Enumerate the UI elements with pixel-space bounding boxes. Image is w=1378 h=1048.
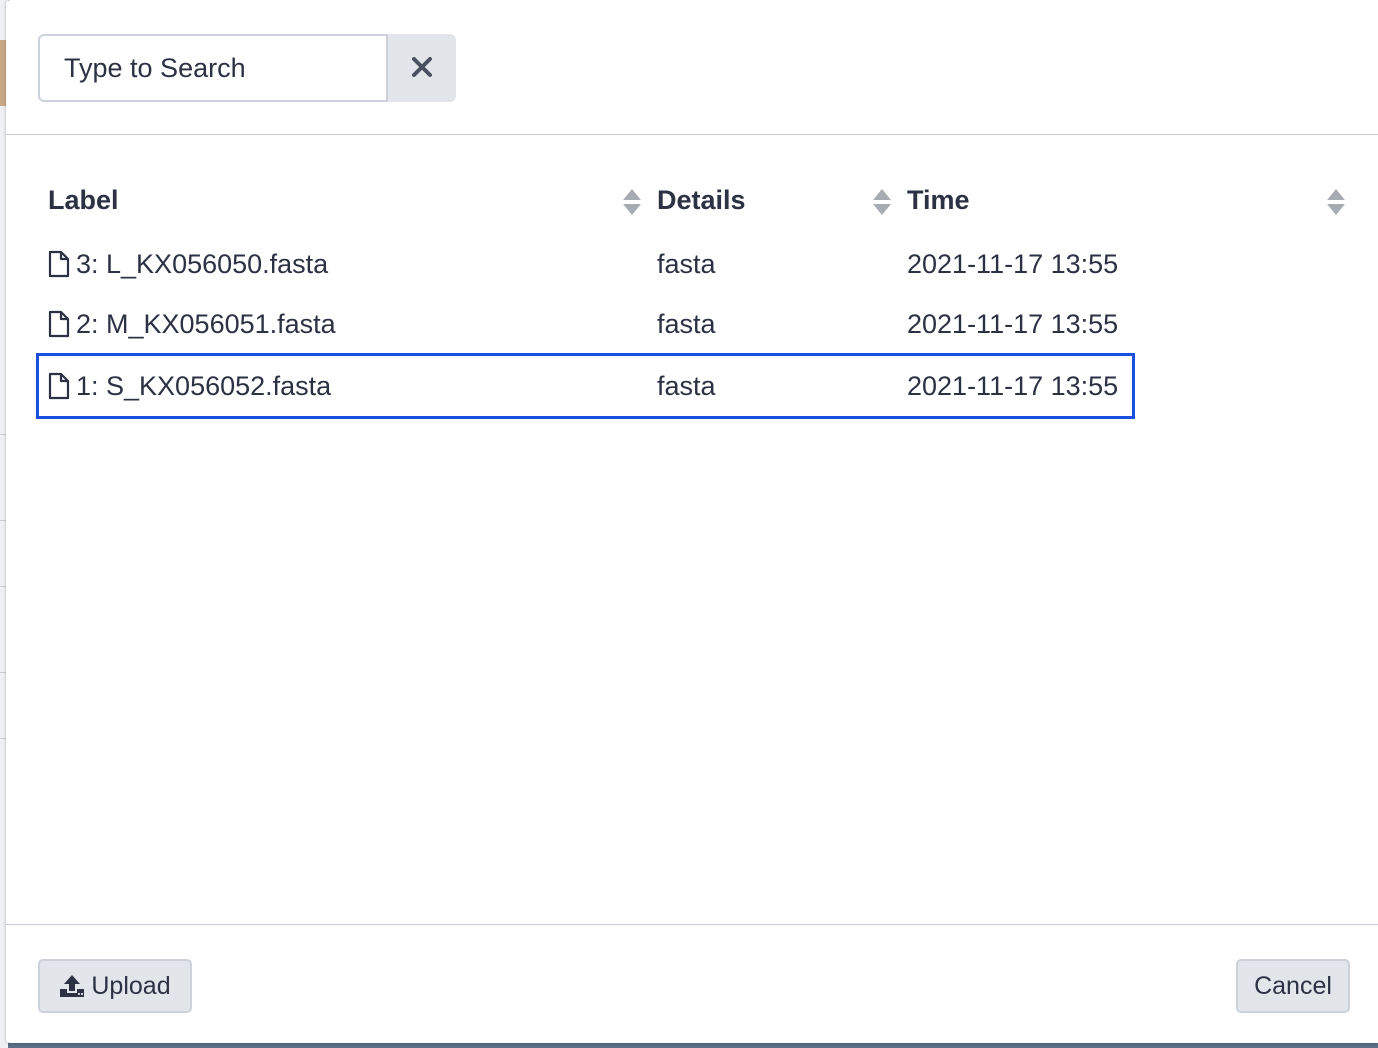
sort-icon[interactable] [622, 188, 642, 223]
table-row-selected[interactable]: 1: S_KX056052.fasta fasta 2021-11-17 13:… [36, 353, 1135, 419]
row-details: fasta [657, 248, 716, 279]
dialog-header [6, 0, 1378, 135]
file-selection-dialog: Label Details Time [6, 0, 1378, 1043]
row-label-cell: 2: M_KX056051.fasta [48, 295, 336, 353]
sort-icon[interactable] [1326, 188, 1346, 223]
close-icon [411, 56, 433, 81]
column-header-details[interactable]: Details [657, 175, 897, 225]
dialog-footer: Upload Cancel [6, 924, 1378, 1043]
row-details: fasta [657, 308, 716, 339]
search-input[interactable] [38, 34, 388, 102]
row-time: 2021-11-17 13:55 [907, 308, 1119, 339]
row-time: 2021-11-17 13:55 [907, 248, 1119, 279]
table-header: Label Details Time [38, 175, 1352, 225]
column-header-text: Time [907, 184, 970, 215]
upload-button[interactable]: Upload [38, 959, 192, 1013]
row-label: 1: S_KX056052.fasta [76, 370, 332, 401]
file-icon [48, 250, 70, 278]
cancel-button[interactable]: Cancel [1236, 959, 1350, 1013]
column-header-label[interactable]: Label [48, 175, 641, 225]
sort-icon[interactable] [872, 188, 892, 223]
clear-search-button[interactable] [388, 34, 456, 102]
dialog-body: Label Details Time 3: L_KX056050.fasta f… [6, 135, 1378, 923]
row-label: 3: L_KX056050.fasta [76, 248, 329, 279]
column-header-text: Label [48, 184, 119, 215]
upload-icon [59, 974, 85, 998]
row-details: fasta [657, 370, 716, 401]
cancel-label: Cancel [1254, 971, 1332, 1000]
row-label-cell: 1: S_KX056052.fasta [48, 356, 331, 416]
column-header-text: Details [657, 184, 746, 215]
row-label: 2: M_KX056051.fasta [76, 308, 336, 339]
file-icon [48, 372, 70, 400]
search-group [38, 34, 456, 102]
table-row[interactable]: 3: L_KX056050.fasta fasta 2021-11-17 13:… [38, 235, 1132, 293]
file-icon [48, 310, 70, 338]
table-row[interactable]: 2: M_KX056051.fasta fasta 2021-11-17 13:… [38, 295, 1132, 353]
upload-label: Upload [91, 971, 171, 1000]
column-header-time[interactable]: Time [907, 175, 1347, 225]
row-time: 2021-11-17 13:55 [907, 370, 1119, 401]
row-label-cell: 3: L_KX056050.fasta [48, 235, 328, 293]
